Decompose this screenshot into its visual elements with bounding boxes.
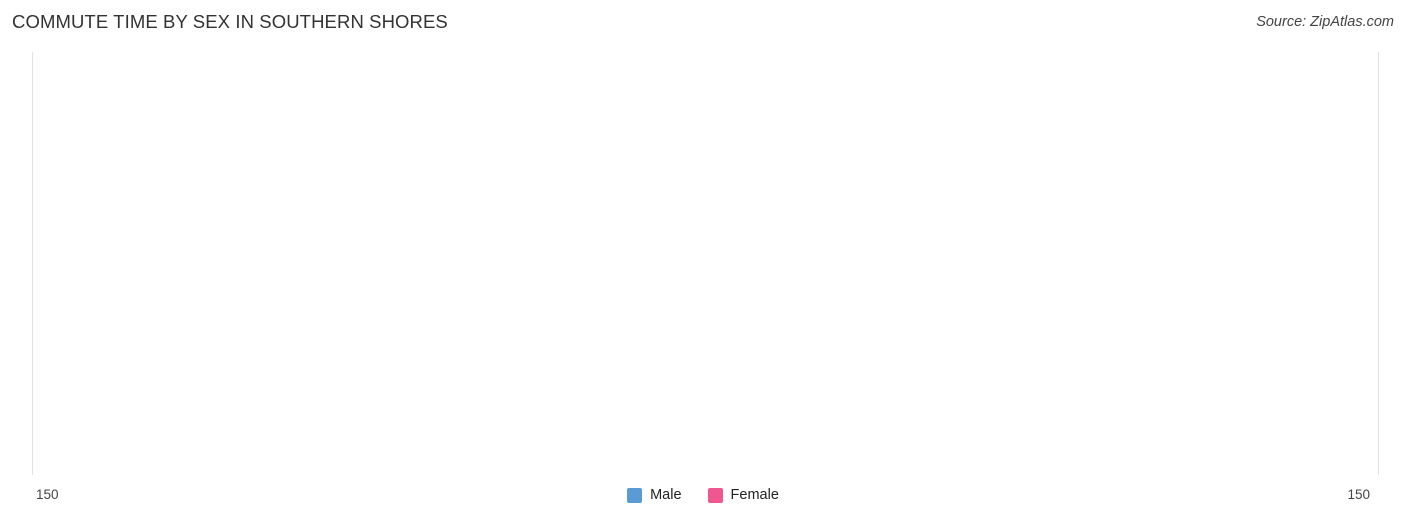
legend-swatch-female-icon [707, 487, 723, 503]
source-attribution: Source: ZipAtlas.com [1256, 14, 1394, 30]
chart-legend: Male Female [0, 487, 1406, 503]
legend-item-female[interactable]: Female [707, 487, 779, 503]
legend-swatch-male-icon [627, 487, 643, 503]
legend-label-male: Male [650, 487, 682, 503]
legend-item-male[interactable]: Male [627, 487, 682, 503]
page-title: COMMUTE TIME BY SEX IN SOUTHERN SHORES [12, 11, 448, 32]
chart-plot-area [11, 52, 1395, 481]
bar-rows [11, 52, 1395, 481]
legend-label-female: Female [730, 487, 779, 503]
chart-page: COMMUTE TIME BY SEX IN SOUTHERN SHORES S… [0, 0, 1406, 523]
